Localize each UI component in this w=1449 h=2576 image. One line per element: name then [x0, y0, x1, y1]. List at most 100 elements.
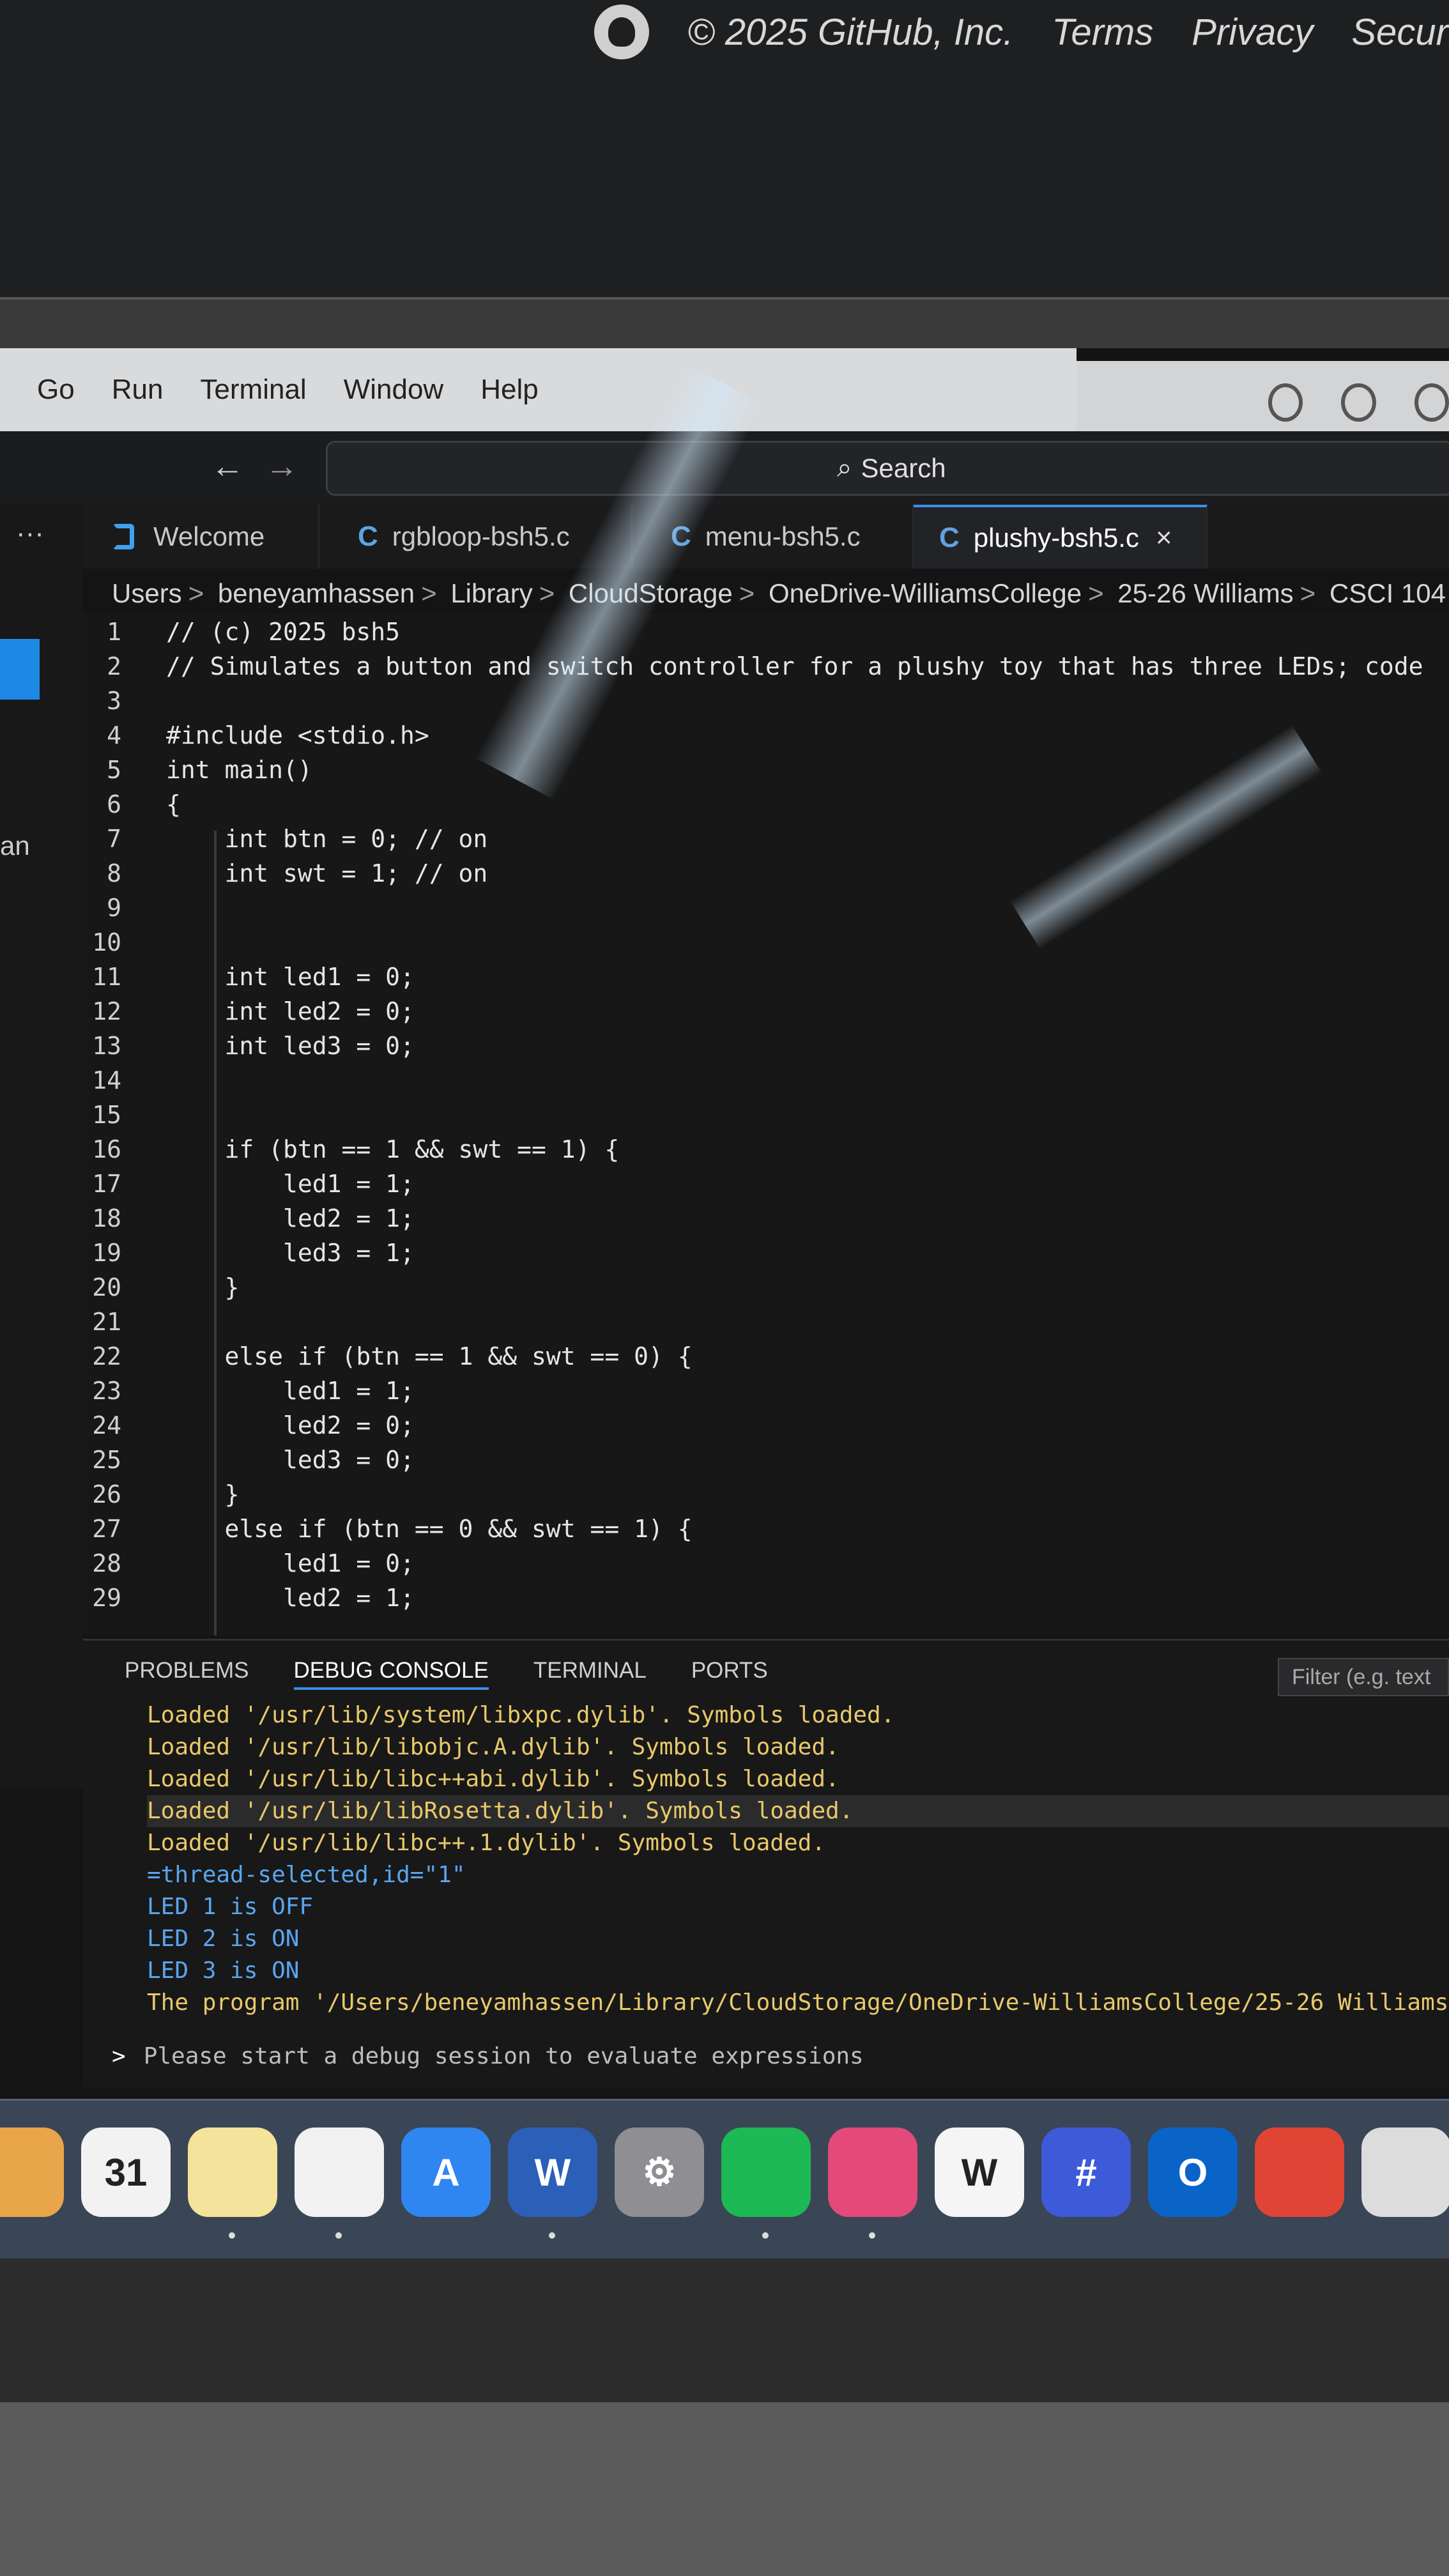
menu-terminal[interactable]: Terminal	[200, 374, 306, 406]
tab-plushy[interactable]: C plushy-bsh5.c ×	[914, 505, 1208, 569]
footer-terms-link[interactable]: Terms	[1052, 11, 1153, 54]
menu-help[interactable]: Help	[480, 374, 539, 406]
line-number: 20	[92, 1273, 121, 1301]
footer-privacy-link[interactable]: Privacy	[1192, 11, 1313, 54]
line-number: 25	[92, 1446, 121, 1474]
line-number: 24	[92, 1411, 121, 1439]
panel-tabs: PROBLEMS DEBUG CONSOLE TERMINAL PORTS	[125, 1658, 768, 1690]
code-line: 23 led1 = 1;	[83, 1374, 1449, 1408]
line-number: 11	[92, 963, 121, 991]
debug-console-input[interactable]: > Please start a debug session to evaluat…	[112, 2043, 864, 2069]
filter-input[interactable]: Filter (e.g. text	[1278, 1658, 1449, 1696]
menu-window[interactable]: Window	[344, 374, 444, 406]
outlook-app-icon[interactable]: O	[1148, 2128, 1238, 2217]
simulator-app-icon[interactable]	[1361, 2128, 1449, 2217]
code-line: 2 // Simulates a button and switch contro…	[83, 649, 1449, 684]
c-file-icon: C	[358, 521, 378, 552]
code-line: 28 led1 = 0;	[83, 1546, 1449, 1581]
more-actions-icon[interactable]: ···	[16, 518, 44, 549]
grammarly-tray-icon[interactable]	[1414, 383, 1449, 422]
code-text: else if (btn == 0 && swt == 1) {	[166, 1515, 693, 1543]
breadcrumb-item[interactable]: OneDrive-WilliamsCollege	[769, 578, 1082, 608]
code-line: 19 led3 = 1;	[83, 1236, 1449, 1270]
console-line: The program '/Users/beneyamhassen/Librar…	[147, 1989, 1449, 2016]
creative-cloud-app-icon[interactable]	[828, 2128, 917, 2239]
footer-security-link[interactable]: Security	[1351, 11, 1449, 54]
line-number: 27	[92, 1515, 121, 1543]
line-number: 5	[107, 756, 121, 784]
slack-like-app-icon[interactable]: #	[1041, 2128, 1131, 2217]
breadcrumb: Users> beneyamhassen> Library> CloudStor…	[112, 578, 1446, 608]
spotify-app-icon[interactable]	[721, 2128, 811, 2239]
breadcrumb-item[interactable]: CSCI 104	[1330, 578, 1446, 608]
creative-cloud-tray-icon[interactable]	[1268, 383, 1303, 422]
code-line: 12 int led2 = 0;	[83, 994, 1449, 1029]
line-number: 23	[92, 1377, 121, 1405]
app-store-app-icon[interactable]: A	[401, 2128, 491, 2217]
dock-icons: 31 A W ⚙ W # O	[0, 2128, 1449, 2239]
debug-console-output: Loaded '/usr/lib/system/libxpc.dylib'. S…	[147, 1699, 1449, 2019]
forward-arrow-icon[interactable]: →	[265, 447, 298, 486]
line-number: 28	[92, 1549, 121, 1577]
editor-tab-bar: Welcome C rgbloop-bsh5.c C menu-bsh5.c C…	[83, 505, 1449, 569]
tab-ports[interactable]: PORTS	[691, 1658, 768, 1690]
code-line: 9	[83, 891, 1449, 925]
tab-problems[interactable]: PROBLEMS	[125, 1658, 249, 1690]
code-line: 10	[83, 925, 1449, 960]
code-text: led2 = 1;	[166, 1204, 415, 1232]
code-text: int main()	[166, 756, 312, 784]
chevron-right-icon: >	[112, 2043, 126, 2069]
dock-icon-glyph: ⚙	[642, 2150, 677, 2193]
tab-welcome[interactable]: Welcome	[83, 505, 319, 569]
line-number: 2	[107, 652, 121, 680]
breadcrumb-item[interactable]: Library	[450, 578, 532, 608]
running-indicator	[335, 2232, 342, 2239]
line-number: 9	[107, 894, 121, 922]
console-line: LED 3 is ON	[147, 1958, 300, 1984]
laptop-body	[0, 2402, 1449, 2576]
photos-app-icon[interactable]	[0, 2128, 64, 2217]
code-text: // (c) 2025 bsh5	[166, 618, 401, 646]
tab-debug-console[interactable]: DEBUG CONSOLE	[293, 1658, 489, 1690]
menu-go[interactable]: Go	[37, 374, 75, 406]
wikipedia-app-icon[interactable]: W	[935, 2128, 1024, 2217]
code-text: {	[166, 790, 181, 818]
active-view-indicator[interactable]	[0, 639, 40, 700]
footer-copyright: © 2025 GitHub, Inc.	[687, 11, 1014, 53]
line-number: 17	[92, 1170, 121, 1198]
search-icon: ⌕	[837, 452, 852, 482]
code-text: led1 = 0;	[166, 1549, 415, 1577]
code-text: led3 = 0;	[166, 1446, 415, 1474]
menu-run[interactable]: Run	[112, 374, 164, 406]
line-number: 7	[107, 825, 121, 853]
tab-terminal[interactable]: TERMINAL	[533, 1658, 647, 1690]
code-line: 18 led2 = 1;	[83, 1201, 1449, 1236]
code-text: int led1 = 0;	[166, 963, 415, 991]
close-icon[interactable]: ×	[1156, 522, 1172, 554]
dock-icon-glyph: W	[534, 2150, 571, 2194]
breadcrumb-item[interactable]: beneyamhassen	[218, 578, 415, 608]
code-text: }	[166, 1273, 240, 1301]
system-settings-app-icon[interactable]: ⚙	[615, 2128, 704, 2217]
dock-icon-glyph: W	[961, 2150, 998, 2194]
notes-app-icon[interactable]	[188, 2128, 277, 2239]
breadcrumb-item[interactable]: Users	[112, 578, 182, 608]
calendar-app-icon[interactable]: 31	[81, 2128, 171, 2217]
code-text: led2 = 1;	[166, 1584, 415, 1612]
code-text: int led3 = 0;	[166, 1032, 415, 1060]
code-line: 11 int led1 = 0;	[83, 960, 1449, 994]
code-text: led1 = 1;	[166, 1377, 415, 1405]
back-arrow-icon[interactable]: ←	[211, 447, 244, 486]
console-line: Loaded '/usr/lib/system/libxpc.dylib'. S…	[147, 1702, 895, 1728]
code-line: 3	[83, 684, 1449, 718]
chrome-app-icon[interactable]	[295, 2128, 384, 2239]
line-number: 15	[92, 1101, 121, 1129]
running-indicator	[762, 2232, 769, 2239]
todoist-app-icon[interactable]	[1255, 2128, 1344, 2217]
chatgpt-tray-icon[interactable]	[1341, 383, 1376, 422]
line-number: 16	[92, 1135, 121, 1163]
console-line: Loaded '/usr/lib/libobjc.A.dylib'. Symbo…	[147, 1734, 839, 1760]
breadcrumb-item[interactable]: 25-26 Williams	[1117, 578, 1293, 608]
word-app-icon[interactable]: W	[508, 2128, 597, 2239]
code-text: if (btn == 1 && swt == 1) {	[166, 1135, 620, 1163]
